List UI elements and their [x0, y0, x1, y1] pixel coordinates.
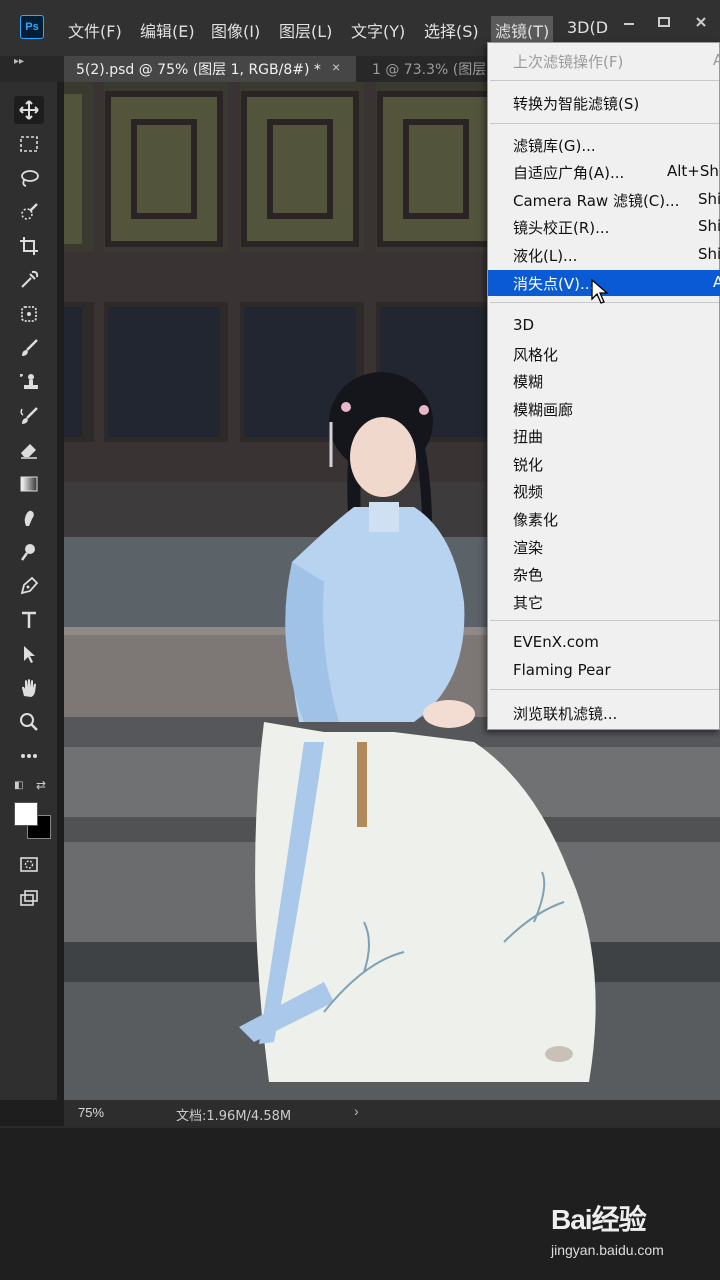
menu-separator [490, 80, 719, 81]
watermark-url: jingyan.baidu.com [551, 1242, 664, 1258]
marquee-icon[interactable] [14, 130, 44, 158]
dodge-icon[interactable] [14, 538, 44, 566]
zoom-level[interactable]: 75% [78, 1105, 104, 1120]
menu-item-browse-online-filters[interactable]: 浏览联机滤镜... [488, 700, 720, 726]
quick-selection-icon[interactable] [14, 198, 44, 226]
eyedropper-icon[interactable] [14, 266, 44, 294]
baidu-watermark: Bai经验 jingyan.baidu.com [551, 1198, 664, 1258]
baidu-logo: Bai经验 [551, 1204, 647, 1235]
history-brush-icon[interactable] [14, 402, 44, 430]
tab-inactive-label: 1 @ 73.3% (图层 [372, 62, 487, 78]
move-icon[interactable] [14, 96, 44, 124]
close-icon[interactable] [686, 8, 716, 36]
smudge-icon[interactable] [14, 504, 44, 532]
tab-active-label: 5(2).psd @ 75% (图层 1, RGB/8#) * [76, 62, 321, 78]
menu-item-evenx[interactable]: EVEnX.com [488, 630, 720, 656]
menu-item-blur[interactable]: 模糊 [488, 368, 720, 394]
menu-image[interactable]: 图像(I) [211, 18, 260, 42]
default-colors-icon[interactable]: ◧ [14, 780, 23, 791]
crop-icon[interactable] [14, 232, 44, 260]
swap-colors-icon[interactable]: ⇄ [36, 778, 46, 792]
tools-panel: ◧ ⇄ [0, 82, 58, 1100]
menu-item-stylize[interactable]: 风格化 [488, 341, 720, 367]
menu-item-adaptive-wide-angle[interactable]: 自适应广角(A)... Alt+Shi [488, 159, 720, 185]
menu-item-noise[interactable]: 杂色 [488, 561, 720, 587]
menu-file[interactable]: 文件(F) [68, 18, 122, 42]
type-icon[interactable] [14, 606, 44, 634]
hand-icon[interactable] [14, 674, 44, 702]
menu-item-distort[interactable]: 扭曲 [488, 423, 720, 449]
clone-stamp-icon[interactable] [14, 368, 44, 396]
menu-item-blur-gallery[interactable]: 模糊画廊 [488, 396, 720, 422]
menu-item-sharpen[interactable]: 锐化 [488, 451, 720, 477]
gradient-icon[interactable] [14, 470, 44, 498]
screen-mode-icon[interactable] [14, 884, 44, 912]
maximize-icon[interactable] [649, 8, 679, 36]
pen-icon[interactable] [14, 572, 44, 600]
zoom-icon[interactable] [14, 708, 44, 736]
menu-item-3d[interactable]: 3D [488, 313, 720, 339]
menu-item-lens-correction[interactable]: 镜头校正(R)... Shi [488, 214, 720, 240]
menu-item-filter-gallery[interactable]: 滤镜库(G)... [488, 132, 720, 158]
foreground-color-swatch[interactable] [14, 802, 38, 826]
menu-3d[interactable]: 3D(D [567, 18, 608, 37]
eraser-icon[interactable] [14, 436, 44, 464]
menu-item-other[interactable]: 其它 [488, 589, 720, 615]
menu-item-camera-raw[interactable]: Camera Raw 滤镜(C)... Shi [488, 187, 720, 213]
mouse-cursor-icon [591, 279, 609, 304]
menu-select[interactable]: 选择(S) [424, 18, 479, 42]
menu-separator [490, 620, 719, 621]
menu-layer[interactable]: 图层(L) [279, 18, 332, 42]
menu-filter[interactable]: 滤镜(T) [491, 16, 554, 44]
menu-edit[interactable]: 编辑(E) [140, 18, 195, 42]
menu-item-pixelate[interactable]: 像素化 [488, 506, 720, 532]
menu-item-flaming-pear[interactable]: Flaming Pear [488, 658, 720, 684]
minimize-icon[interactable] [614, 8, 644, 36]
menu-item-convert-smart-filter[interactable]: 转换为智能滤镜(S) [488, 90, 720, 116]
tab-inactive-document[interactable]: 1 @ 73.3% (图层 [362, 56, 486, 82]
brush-icon[interactable] [14, 334, 44, 362]
document-size-info: 文档:1.96M/4.58M [176, 1109, 292, 1124]
more-tools-icon[interactable] [14, 742, 44, 770]
photoshop-logo: Ps [20, 15, 44, 39]
menu-item-liquify[interactable]: 液化(L)... Shi [488, 242, 720, 268]
status-bar: 75% 文档:1.96M/4.58M › [64, 1100, 720, 1126]
panel-collapse-icon[interactable]: ▸▸ [14, 56, 24, 67]
menu-separator [490, 689, 719, 690]
menu-item-last-filter[interactable]: 上次滤镜操作(F) A [488, 48, 720, 74]
filter-menu: 上次滤镜操作(F) A 转换为智能滤镜(S) 滤镜库(G)... 自适应广角(A… [487, 42, 720, 730]
menu-item-render[interactable]: 渲染 [488, 534, 720, 560]
menu-item-video[interactable]: 视频 [488, 478, 720, 504]
healing-brush-icon[interactable] [14, 300, 44, 328]
status-expand-icon[interactable]: › [354, 1103, 359, 1119]
path-selection-icon[interactable] [14, 640, 44, 668]
tab-active-document[interactable]: 5(2).psd @ 75% (图层 1, RGB/8#) * [64, 56, 356, 82]
quick-mask-icon[interactable] [14, 850, 44, 878]
tab-close-icon[interactable]: × [332, 59, 340, 75]
menu-separator [490, 123, 719, 124]
lasso-icon[interactable] [14, 164, 44, 192]
menu-type[interactable]: 文字(Y) [351, 18, 405, 42]
